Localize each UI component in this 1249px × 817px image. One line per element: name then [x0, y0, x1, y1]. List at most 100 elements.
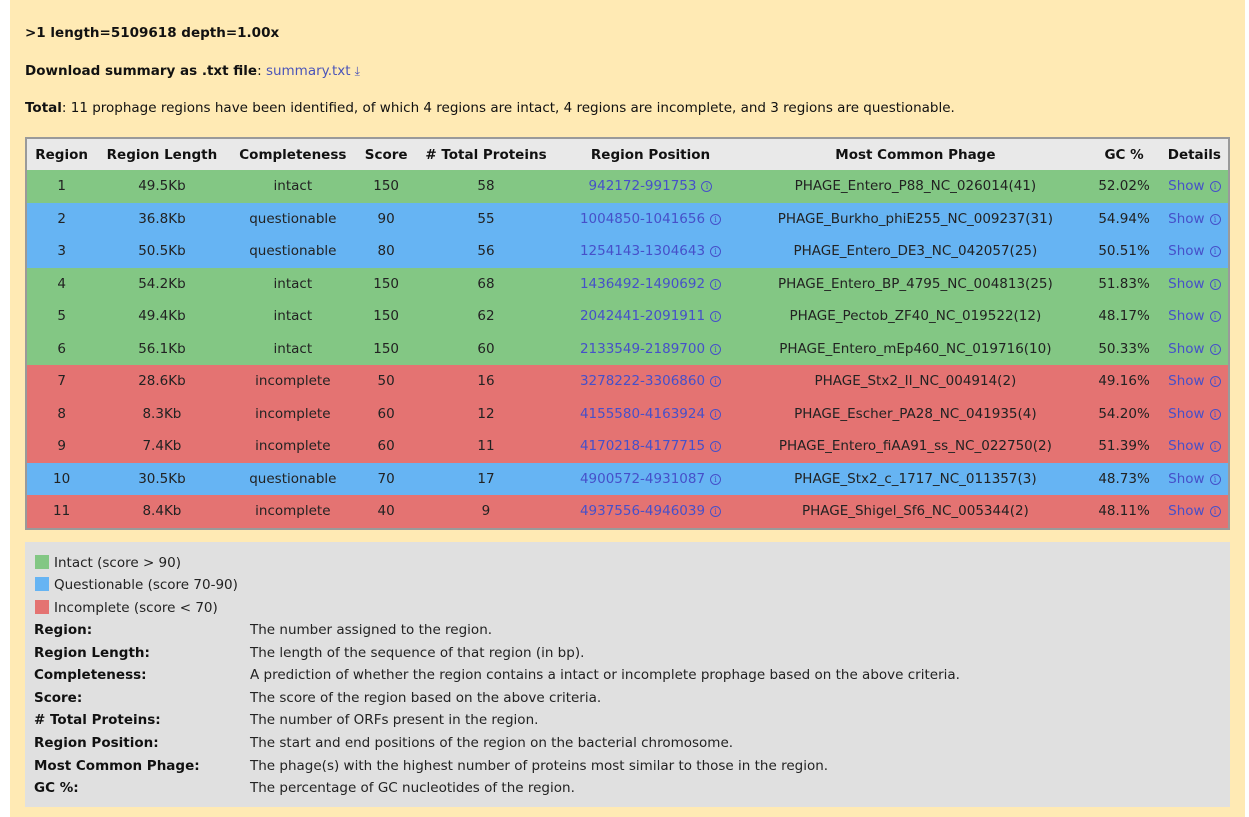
info-icon[interactable]: i: [1209, 506, 1221, 518]
table-row: 7 28.6Kb incomplete 50 16 3278222-3306860 i PHA…: [26, 365, 1229, 398]
details-cell: Show i: [1160, 430, 1229, 463]
column-header: Region: [26, 138, 97, 170]
table-row: 10 30.5Kb questionable 70 17 4900572-4931087 i…: [26, 462, 1229, 495]
info-icon[interactable]: i: [710, 278, 722, 290]
info-icon[interactable]: i: [701, 181, 713, 193]
proteins-cell: 9: [414, 495, 558, 529]
position-cell: 1254143-1304643 i: [557, 235, 744, 268]
proteins-cell: 17: [414, 462, 558, 495]
table-row: 5 49.4Kb intact 150 62 2042441-2091911 i PHAGE_…: [26, 300, 1229, 333]
region-position-link[interactable]: 1254143-1304643: [580, 243, 705, 259]
proteins-cell: 58: [414, 170, 558, 203]
definition-term: # Total Proteins:: [34, 712, 161, 729]
phage-cell: PHAGE_Stx2_c_1717_NC_011357(3): [743, 462, 1088, 495]
legend-swatch: [35, 555, 49, 569]
details-cell: Show i: [1160, 300, 1229, 333]
position-cell: 4900572-4931087 i: [557, 462, 744, 495]
info-icon[interactable]: i: [1209, 473, 1221, 485]
show-details-link[interactable]: Show: [1168, 211, 1204, 227]
info-icon[interactable]: i: [710, 441, 722, 453]
length-cell: 49.4Kb: [96, 300, 228, 333]
show-details-link[interactable]: Show: [1168, 503, 1204, 519]
region-position-link[interactable]: 942172-991753: [589, 178, 697, 194]
gc-cell: 51.83%: [1087, 267, 1161, 300]
info-icon[interactable]: i: [710, 343, 722, 355]
legend-box: Intact (score > 90) Questionable (score 7…: [25, 542, 1230, 807]
download-icon[interactable]: ⤓: [355, 64, 360, 78]
region-position-link[interactable]: 2042441-2091911: [580, 308, 705, 324]
show-details-link[interactable]: Show: [1168, 406, 1204, 422]
info-icon[interactable]: i: [710, 311, 722, 323]
show-details-link[interactable]: Show: [1168, 276, 1204, 292]
region-position-link[interactable]: 4155580-4163924: [580, 406, 705, 422]
download-row: Download summary as .txt file: summary.t…: [25, 63, 360, 79]
legend-item: Incomplete (score < 70): [35, 598, 218, 618]
show-details-link[interactable]: Show: [1168, 178, 1204, 194]
info-icon[interactable]: i: [710, 506, 722, 518]
column-header: Region Length: [96, 138, 228, 170]
info-icon[interactable]: i: [1209, 213, 1221, 225]
info-icon[interactable]: i: [710, 213, 722, 225]
definition-description: The score of the region based on the abo…: [250, 689, 602, 706]
gc-cell: 54.20%: [1087, 397, 1161, 430]
show-details-link[interactable]: Show: [1168, 471, 1204, 487]
region-position-link[interactable]: 3278222-3306860: [580, 373, 705, 389]
info-icon[interactable]: i: [1209, 441, 1221, 453]
column-header: Score: [358, 138, 415, 170]
position-cell: 1436492-1490692 i: [557, 267, 744, 300]
info-icon[interactable]: i: [1209, 181, 1221, 193]
region-position-link[interactable]: 4937556-4946039: [580, 503, 705, 519]
proteins-cell: 16: [414, 365, 558, 398]
proteins-cell: 62: [414, 300, 558, 333]
length-cell: 30.5Kb: [96, 462, 228, 495]
table-header-row: Region Region Length Completeness Score …: [26, 138, 1229, 170]
info-icon[interactable]: i: [710, 246, 722, 258]
region-position-link[interactable]: 2133549-2189700: [580, 341, 705, 357]
show-details-link[interactable]: Show: [1168, 243, 1204, 259]
info-icon[interactable]: i: [710, 408, 722, 420]
info-icon[interactable]: i: [1209, 311, 1221, 323]
completeness-cell: incomplete: [227, 430, 359, 463]
info-icon[interactable]: i: [1209, 246, 1221, 258]
region-position-link[interactable]: 1436492-1490692: [580, 276, 705, 292]
summary-download-link[interactable]: summary.txt: [266, 63, 351, 79]
region-position-link[interactable]: 1004850-1041656: [580, 211, 705, 227]
completeness-cell: questionable: [227, 202, 359, 235]
phage-cell: PHAGE_Escher_PA28_NC_041935(4): [743, 397, 1088, 430]
length-cell: 36.8Kb: [96, 202, 228, 235]
region-position-link[interactable]: 4170218-4177715: [580, 438, 705, 454]
download-colon: :: [257, 63, 262, 79]
region-cell: 1: [26, 170, 97, 203]
show-details-link[interactable]: Show: [1168, 308, 1204, 324]
completeness-cell: questionable: [227, 235, 359, 268]
phage-cell: PHAGE_Shigel_Sf6_NC_005344(2): [743, 495, 1088, 529]
show-details-link[interactable]: Show: [1168, 438, 1204, 454]
definition-term: Region Position:: [34, 735, 159, 751]
length-cell: 54.2Kb: [96, 267, 228, 300]
info-icon[interactable]: i: [1209, 278, 1221, 290]
column-header: Region Position: [557, 138, 744, 170]
info-icon[interactable]: i: [710, 376, 722, 388]
region-position-link[interactable]: 4900572-4931087: [580, 471, 705, 487]
info-icon[interactable]: i: [1209, 376, 1221, 388]
definition-term: Completeness:: [34, 667, 147, 684]
region-cell: 4: [26, 267, 97, 300]
position-cell: 2042441-2091911 i: [557, 300, 744, 333]
phage-cell: PHAGE_Entero_DE3_NC_042057(25): [743, 235, 1088, 268]
proteins-cell: 55: [414, 202, 558, 235]
show-details-link[interactable]: Show: [1168, 341, 1204, 357]
info-icon[interactable]: i: [1209, 343, 1221, 355]
info-icon[interactable]: i: [710, 473, 722, 485]
phage-cell: PHAGE_Entero_fiAA91_ss_NC_022750(2): [743, 430, 1088, 463]
proteins-cell: 60: [414, 332, 558, 365]
region-cell: 9: [26, 430, 97, 463]
completeness-cell: intact: [227, 267, 359, 300]
phage-cell: PHAGE_Entero_mEp460_NC_019716(10): [743, 332, 1088, 365]
show-details-link[interactable]: Show: [1168, 373, 1204, 389]
completeness-cell: incomplete: [227, 365, 359, 398]
legend-label: Intact (score > 90): [54, 555, 181, 571]
table-row: 3 50.5Kb questionable 80 56 1254143-1304643 i P…: [26, 235, 1229, 268]
completeness-cell: incomplete: [227, 397, 359, 430]
details-cell: Show i: [1160, 332, 1229, 365]
info-icon[interactable]: i: [1209, 408, 1221, 420]
